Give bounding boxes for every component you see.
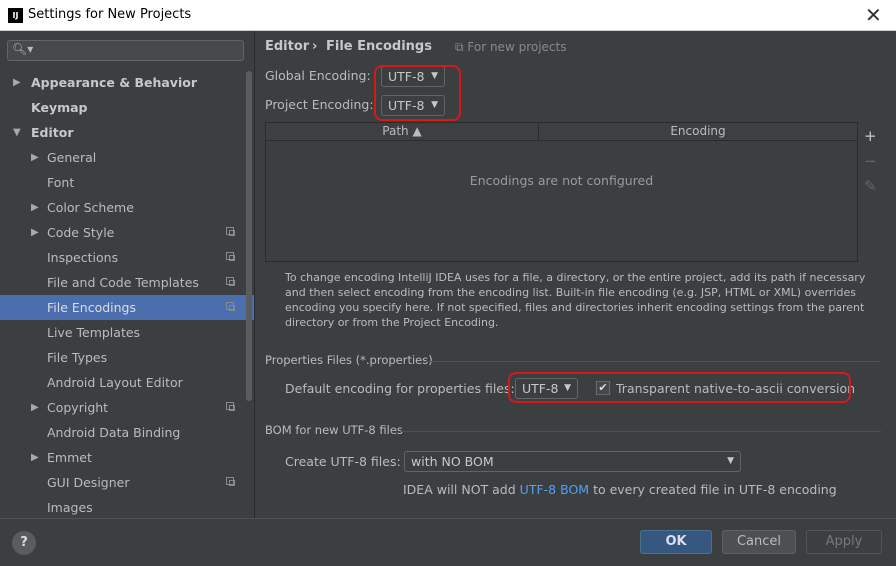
sidebar-item-label: Font: [47, 175, 75, 190]
project-scope-icon: [226, 277, 235, 286]
project-scope-icon: [226, 402, 235, 411]
table-header: Path ▲ Encoding: [266, 123, 857, 141]
sidebar-item-label: General: [47, 150, 97, 165]
cancel-button[interactable]: Cancel: [722, 530, 796, 554]
sidebar-item[interactable]: ▼ Editor: [0, 120, 254, 145]
chevron-right-icon[interactable]: ▶: [31, 195, 39, 220]
intellij-app-icon: IJ: [8, 8, 23, 23]
sidebar-item[interactable]: ▶ Copyright: [0, 395, 254, 420]
bom-select-value: with NO BOM: [411, 454, 494, 469]
bom-note: IDEA will NOT add UTF-8 BOM to every cre…: [403, 482, 837, 497]
bom-section-title: BOM for new UTF-8 files: [265, 423, 403, 437]
project-encoding-label: Project Encoding:: [265, 97, 374, 112]
sort-ascending-icon: ▲: [412, 124, 422, 138]
sidebar-item[interactable]: GUI Designer: [0, 470, 254, 495]
dialog-footer: ? OK Cancel Apply: [0, 518, 896, 566]
global-encoding-label: Global Encoding:: [265, 68, 371, 83]
project-scope-icon: [226, 252, 235, 261]
window-title: Settings for New Projects: [28, 7, 192, 22]
sidebar-item[interactable]: Font: [0, 170, 254, 195]
sidebar-item[interactable]: ▶ Appearance & Behavior: [0, 70, 254, 95]
sidebar-scrollbar[interactable]: [246, 71, 252, 401]
sidebar-item-label: Keymap: [31, 100, 88, 115]
chevron-down-icon[interactable]: ▼: [13, 120, 21, 145]
scope-note-text: For new projects: [467, 40, 567, 54]
sidebar-item-label: Editor: [31, 125, 74, 140]
column-header-encoding[interactable]: Encoding: [539, 123, 857, 140]
ok-button[interactable]: OK: [640, 530, 712, 554]
add-icon[interactable]: +: [864, 127, 877, 145]
sidebar-item-label: File Encodings: [47, 300, 137, 315]
column-header-path[interactable]: Path ▲: [266, 123, 539, 140]
sidebar-item[interactable]: ▶ Emmet: [0, 445, 254, 470]
utf8-bom-link[interactable]: UTF-8 BOM: [520, 482, 589, 497]
apply-button[interactable]: Apply: [806, 530, 882, 554]
breadcrumb-editor[interactable]: Editor: [265, 39, 309, 54]
breadcrumb-current: File Encodings: [326, 39, 432, 54]
sidebar-item-label: GUI Designer: [47, 475, 130, 490]
sidebar-item-label: Android Layout Editor: [47, 375, 183, 390]
close-icon[interactable]: ✕: [865, 3, 882, 27]
sidebar-item[interactable]: Images: [0, 495, 254, 518]
create-utf8-label: Create UTF-8 files:: [285, 454, 401, 469]
search-field[interactable]: 🔍︎▾: [7, 40, 244, 61]
properties-section-divider: [423, 361, 881, 362]
sidebar-item-label: Emmet: [47, 450, 92, 465]
sidebar-item[interactable]: Keymap: [0, 95, 254, 120]
chevron-right-icon[interactable]: ▶: [31, 220, 39, 245]
sidebar-item-label: Code Style: [47, 225, 115, 240]
project-scope-icon: [226, 227, 235, 236]
remove-icon[interactable]: −: [864, 152, 877, 170]
sidebar-item[interactable]: File Encodings: [0, 295, 254, 320]
chevron-right-icon[interactable]: ▶: [13, 70, 21, 95]
sidebar-item-label: Images: [47, 500, 93, 515]
bom-select[interactable]: with NO BOM ▼: [404, 451, 741, 472]
bom-note-after: to every created file in UTF-8 encoding: [593, 482, 837, 497]
sidebar-item[interactable]: Live Templates: [0, 320, 254, 345]
sidebar-item-label: Appearance & Behavior: [31, 75, 197, 90]
chevron-right-icon[interactable]: ▶: [31, 395, 39, 420]
sidebar-item[interactable]: ▶ Color Scheme: [0, 195, 254, 220]
encoding-description: To change encoding IntelliJ IDEA uses fo…: [285, 271, 866, 329]
sidebar-item[interactable]: Inspections: [0, 245, 254, 270]
column-path-label: Path: [382, 124, 409, 138]
title-bar: IJ Settings for New Projects ✕: [0, 0, 896, 31]
sidebar-item[interactable]: File Types: [0, 345, 254, 370]
help-button[interactable]: ?: [12, 531, 36, 555]
file-encodings-panel: Editor › File Encodings ⧉ For new projec…: [255, 31, 896, 518]
sidebar-item-label: File Types: [47, 350, 108, 365]
sidebar-item[interactable]: ▶ Code Style: [0, 220, 254, 245]
highlight-box-properties: [508, 372, 851, 403]
sidebar-item-label: Copyright: [47, 400, 109, 415]
edit-icon[interactable]: ✎: [864, 177, 877, 195]
sidebar-item[interactable]: ▶ General: [0, 145, 254, 170]
sidebar-item-label: Live Templates: [47, 325, 141, 340]
chevron-down-icon: ▼: [727, 456, 734, 466]
project-scope-icon: ⧉: [455, 40, 468, 54]
sidebar-item[interactable]: Android Layout Editor: [0, 370, 254, 395]
sidebar-item-label: Inspections: [47, 250, 119, 265]
breadcrumb-separator: ›: [312, 39, 318, 54]
sidebar-item[interactable]: Android Data Binding: [0, 420, 254, 445]
sidebar-item-label: File and Code Templates: [47, 275, 199, 290]
settings-sidebar: 🔍︎▾ ▶ Appearance & Behavior Keymap ▼ Editor ▶…: [0, 31, 255, 518]
bom-section-divider: [401, 431, 881, 432]
project-scope-icon: [226, 477, 235, 486]
project-scope-icon: [226, 302, 235, 311]
highlight-box-encodings: [374, 65, 461, 121]
properties-default-label: Default encoding for properties files:: [285, 381, 515, 396]
chevron-right-icon[interactable]: ▶: [31, 445, 39, 470]
scope-note: ⧉ For new projects: [455, 40, 566, 55]
sidebar-item-label: Android Data Binding: [47, 425, 181, 440]
bom-note-before: IDEA will NOT add: [403, 482, 516, 497]
encodings-table[interactable]: Path ▲ Encoding Encodings are not config…: [265, 122, 858, 262]
sidebar-item-label: Color Scheme: [47, 200, 134, 215]
table-empty-text: Encodings are not configured: [469, 173, 654, 188]
search-input[interactable]: [30, 42, 244, 61]
properties-section-title: Properties Files (*.properties): [265, 353, 433, 367]
sidebar-item[interactable]: File and Code Templates: [0, 270, 254, 295]
chevron-right-icon[interactable]: ▶: [31, 145, 39, 170]
